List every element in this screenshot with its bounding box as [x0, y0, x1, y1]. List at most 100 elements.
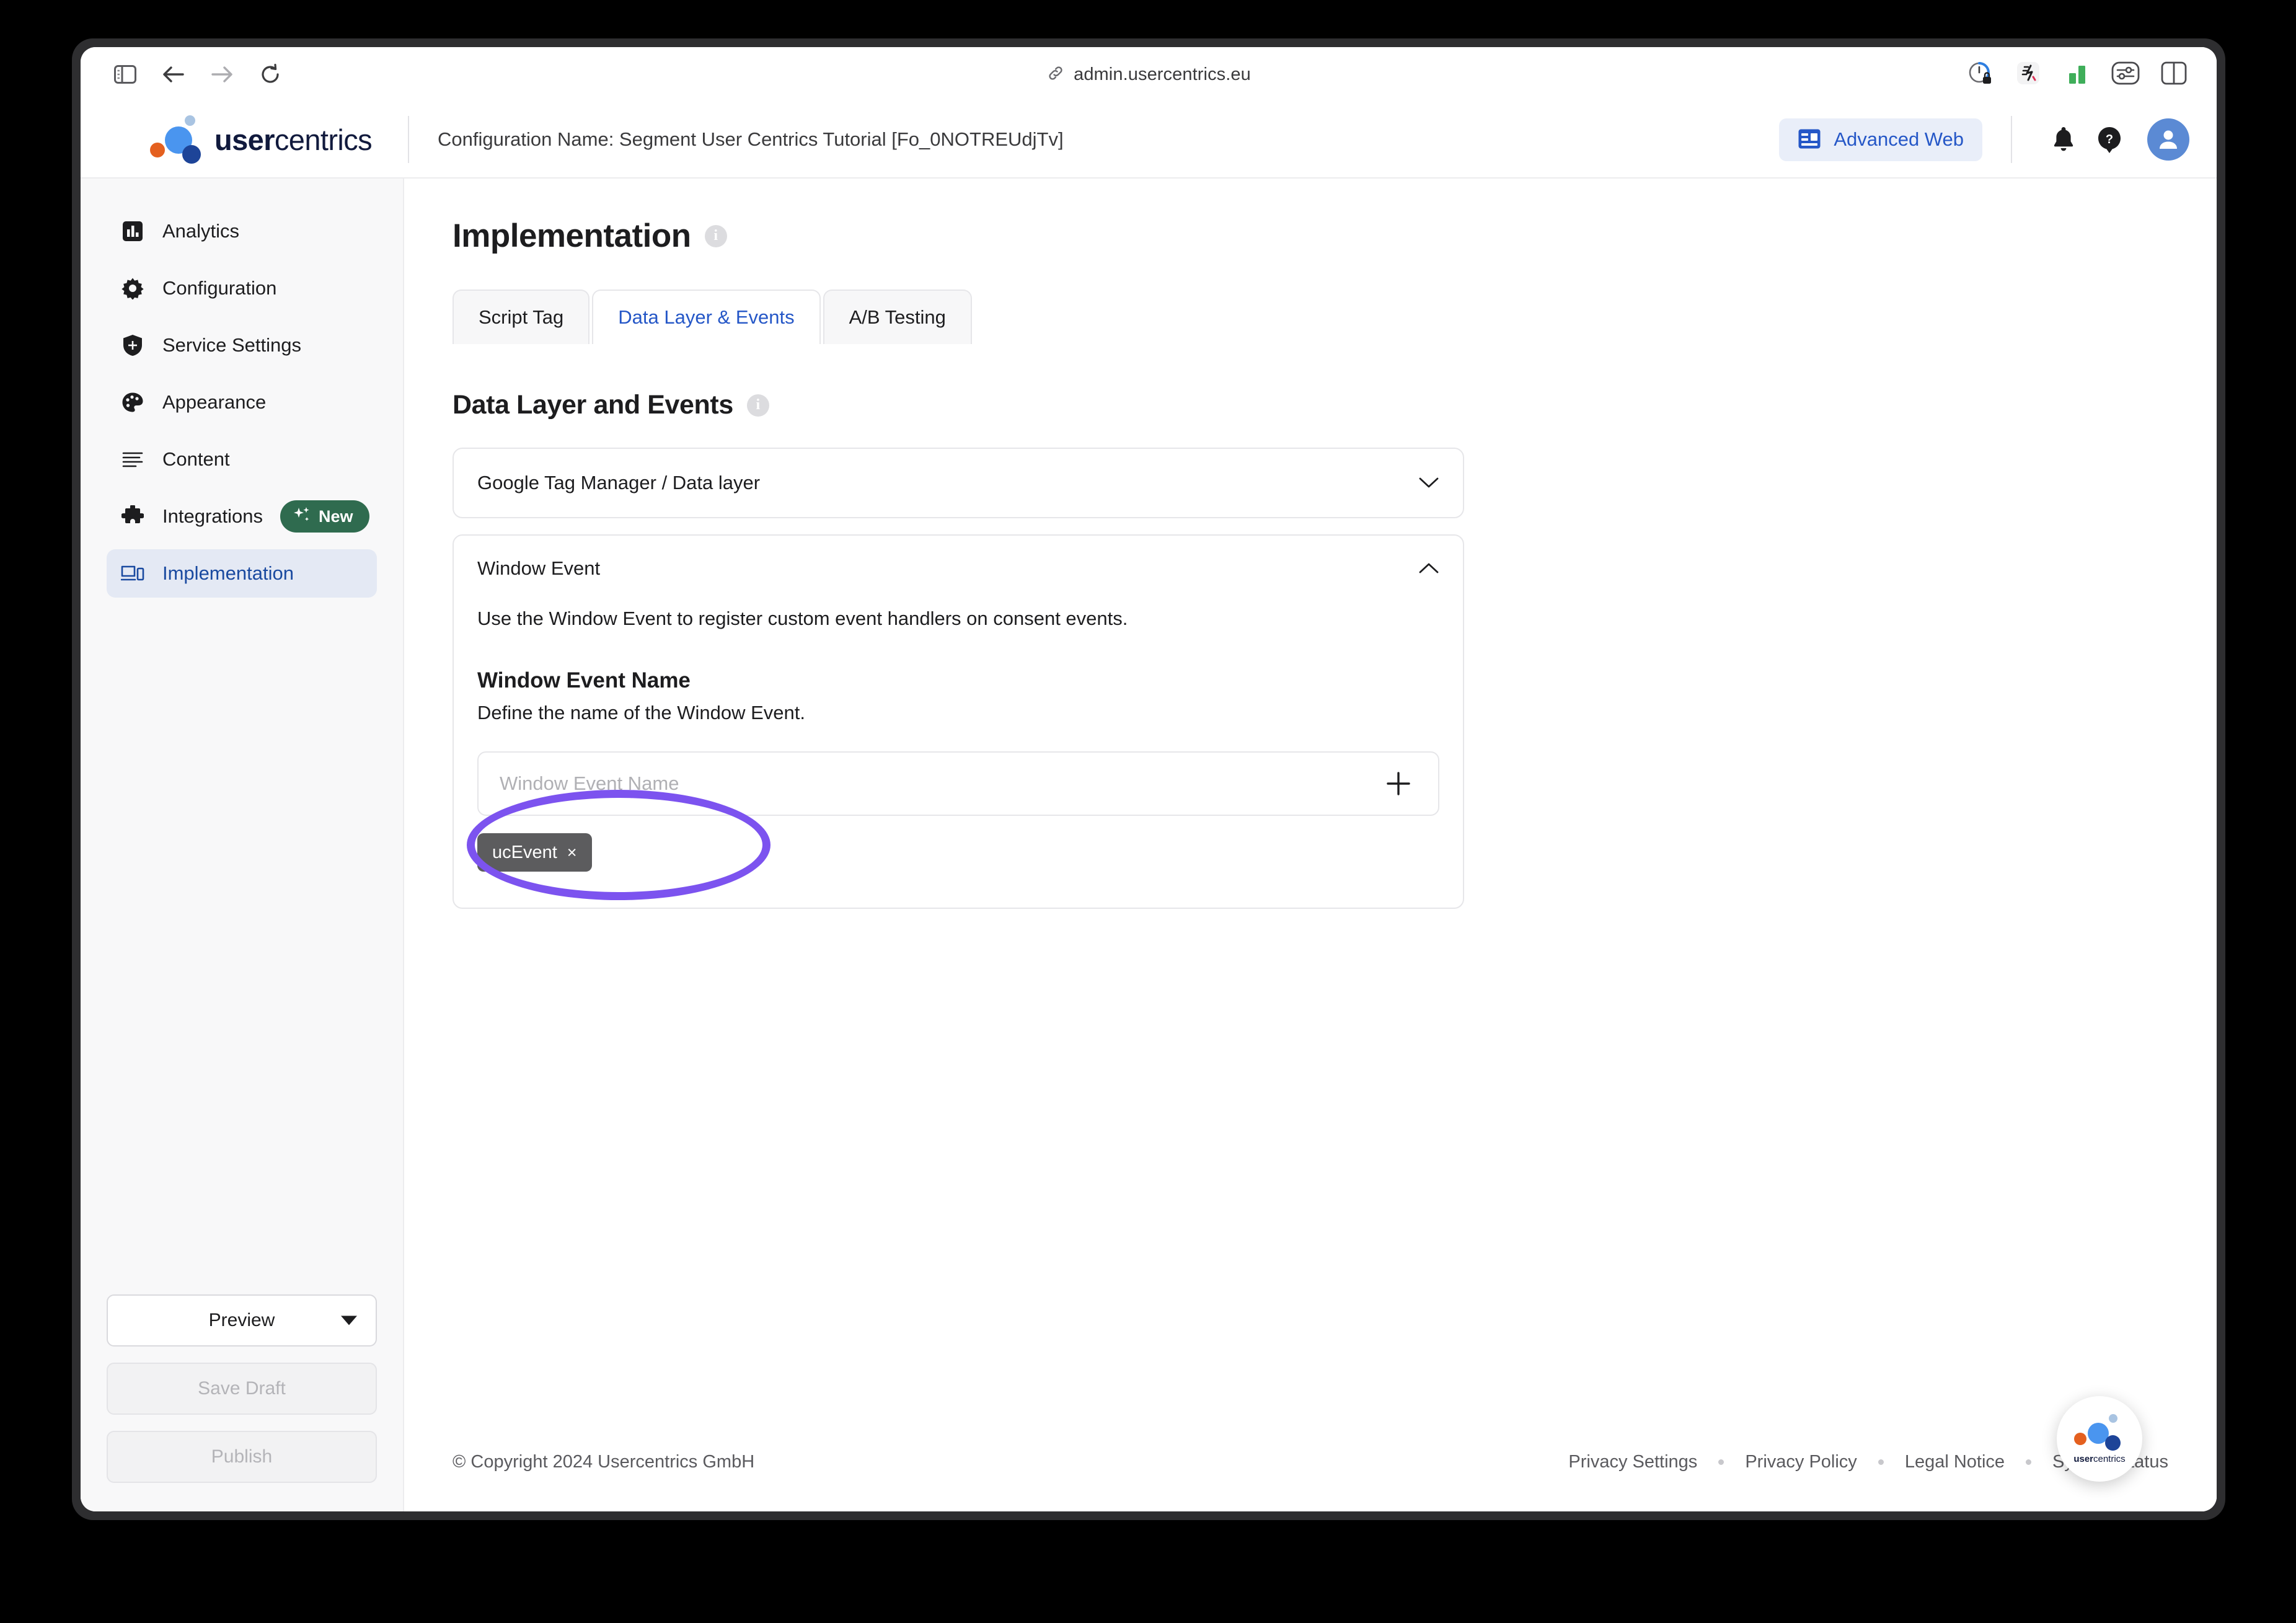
- split-view-icon[interactable]: [2161, 61, 2187, 88]
- tab-label: Script Tag: [479, 306, 563, 329]
- window-event-title: Window Event: [477, 557, 600, 580]
- section-info-icon[interactable]: i: [747, 394, 769, 417]
- footer-separator: [2026, 1459, 2031, 1465]
- copyright-text: © Copyright 2024 Usercentrics GmbH: [453, 1452, 754, 1472]
- window-event-name-subtitle: Define the name of the Window Event.: [477, 702, 1439, 724]
- shield-icon: [120, 333, 145, 358]
- source-select[interactable]: Google Tag Manager / Data layer: [454, 449, 1463, 517]
- footer: © Copyright 2024 Usercentrics GmbH Priva…: [404, 1412, 2217, 1511]
- integrations-new-badge: New: [280, 500, 369, 533]
- sidebar: Analytics Configuration Service Settings: [81, 179, 404, 1511]
- link-icon: [1046, 64, 1065, 86]
- browser-extension-icons: [1966, 60, 2192, 90]
- publish-label: Publish: [211, 1446, 272, 1467]
- usercentrics-badge-text: usercentrics: [2073, 1454, 2125, 1464]
- close-icon[interactable]: ×: [567, 844, 577, 861]
- app-header: usercentrics Configuration Name: Segment…: [81, 102, 2217, 179]
- chevron-down-icon: [341, 1316, 357, 1325]
- sidebar-item-integrations[interactable]: Integrations New: [107, 492, 377, 541]
- sidebar-toggle-icon[interactable]: [105, 55, 145, 94]
- notifications-bell-icon[interactable]: [2041, 117, 2086, 162]
- preview-button[interactable]: Preview: [107, 1294, 377, 1347]
- preview-label: Preview: [209, 1310, 275, 1331]
- user-avatar[interactable]: [2147, 118, 2189, 161]
- sidebar-item-label: Implementation: [162, 562, 294, 585]
- window-event-panel-body: Use the Window Event to register custom …: [454, 608, 1463, 908]
- browser-toolbar: admin.usercentrics.eu: [81, 47, 2217, 102]
- tab-data-layer-and-events[interactable]: Data Layer & Events: [592, 290, 820, 344]
- browser-window: admin.usercentrics.eu: [72, 38, 2225, 1520]
- puzzle-icon: [120, 504, 145, 529]
- chip-label: ucEvent: [492, 842, 557, 863]
- window-event-name-input[interactable]: [500, 772, 1380, 795]
- palette-icon: [120, 390, 145, 415]
- publish-button[interactable]: Publish: [107, 1431, 377, 1483]
- window-event-name-heading: Window Event Name: [477, 668, 1439, 693]
- sidebar-item-label: Integrations: [162, 505, 263, 528]
- browser-viewport: admin.usercentrics.eu: [81, 47, 2217, 1511]
- url-text: admin.usercentrics.eu: [1074, 64, 1251, 85]
- usercentrics-logo-dots-icon: [150, 115, 203, 164]
- window-event-panel: Window Event Use the Window Event to reg…: [453, 534, 1464, 909]
- sidebar-item-service-settings[interactable]: Service Settings: [107, 321, 377, 369]
- badge-bold: user: [2073, 1454, 2093, 1464]
- app-body: Analytics Configuration Service Settings: [81, 179, 2217, 1511]
- usercentrics-logo[interactable]: usercentrics: [108, 115, 404, 164]
- header-divider: [408, 116, 409, 163]
- badge-regular: centrics: [2093, 1454, 2126, 1464]
- bar-chart-icon: [120, 219, 145, 244]
- header-actions: Advanced Web ?: [1779, 116, 2217, 163]
- back-arrow-icon[interactable]: [154, 55, 193, 94]
- sidebar-item-analytics[interactable]: Analytics: [107, 207, 377, 255]
- advanced-web-button[interactable]: Advanced Web: [1779, 118, 1982, 161]
- section-title: Data Layer and Events: [453, 390, 733, 420]
- sidebar-item-implementation[interactable]: Implementation: [107, 549, 377, 598]
- reload-icon[interactable]: [250, 55, 290, 94]
- add-icon[interactable]: [1380, 765, 1417, 802]
- window-event-name-input-row: [477, 751, 1439, 816]
- devices-icon: [120, 561, 145, 586]
- privacy-badger-icon[interactable]: [1966, 60, 1994, 90]
- window-event-panel-header[interactable]: Window Event: [454, 536, 1463, 601]
- help-question-icon[interactable]: ?: [2086, 117, 2132, 162]
- footer-link-privacy-settings[interactable]: Privacy Settings: [1568, 1452, 1697, 1472]
- address-bar[interactable]: admin.usercentrics.eu: [81, 64, 2217, 86]
- logo-regular: centrics: [275, 123, 372, 156]
- sidebar-item-content[interactable]: Content: [107, 435, 377, 484]
- signal-bars-icon[interactable]: [2063, 61, 2090, 89]
- chevron-down-icon: [1418, 476, 1439, 490]
- footer-separator: [1878, 1459, 1884, 1465]
- settings-sliders-icon[interactable]: [2111, 61, 2140, 88]
- forward-arrow-icon[interactable]: [202, 55, 242, 94]
- usercentrics-logo-text: usercentrics: [214, 123, 372, 157]
- extension-icon[interactable]: [2015, 60, 2042, 90]
- sidebar-item-label: Service Settings: [162, 334, 301, 356]
- chevron-up-icon: [1418, 562, 1439, 575]
- sidebar-item-label: Analytics: [162, 220, 239, 242]
- tab-label: A/B Testing: [849, 306, 946, 329]
- footer-link-legal-notice[interactable]: Legal Notice: [1905, 1452, 2005, 1472]
- tab-ab-testing[interactable]: A/B Testing: [823, 290, 972, 344]
- main-scroll-area: Implementation i Script Tag Data Layer &…: [404, 179, 2217, 1412]
- sparkle-icon: [293, 505, 311, 528]
- window-event-chip-list: ucEvent ×: [477, 833, 1439, 872]
- tab-label: Data Layer & Events: [618, 306, 794, 329]
- usercentrics-consent-badge[interactable]: usercentrics: [2057, 1396, 2142, 1482]
- page-info-icon[interactable]: i: [705, 225, 727, 247]
- logo-bold: user: [214, 123, 275, 156]
- header-separator: [2011, 116, 2012, 163]
- window-event-chip[interactable]: ucEvent ×: [477, 833, 592, 872]
- tab-bar: Script Tag Data Layer & Events A/B Testi…: [453, 290, 2217, 344]
- sidebar-item-appearance[interactable]: Appearance: [107, 378, 377, 427]
- sidebar-item-configuration[interactable]: Configuration: [107, 264, 377, 312]
- gear-icon: [120, 276, 145, 301]
- save-draft-button[interactable]: Save Draft: [107, 1363, 377, 1415]
- footer-link-privacy-policy[interactable]: Privacy Policy: [1745, 1452, 1857, 1472]
- main-content: Implementation i Script Tag Data Layer &…: [404, 179, 2217, 1511]
- source-select-value: Google Tag Manager / Data layer: [477, 472, 760, 494]
- sidebar-actions: Preview Save Draft Publish: [107, 1278, 377, 1511]
- source-select-panel: Google Tag Manager / Data layer: [453, 448, 1464, 518]
- page-title-row: Implementation i: [453, 217, 2217, 255]
- tab-script-tag[interactable]: Script Tag: [453, 290, 589, 344]
- advanced-web-label: Advanced Web: [1834, 128, 1964, 151]
